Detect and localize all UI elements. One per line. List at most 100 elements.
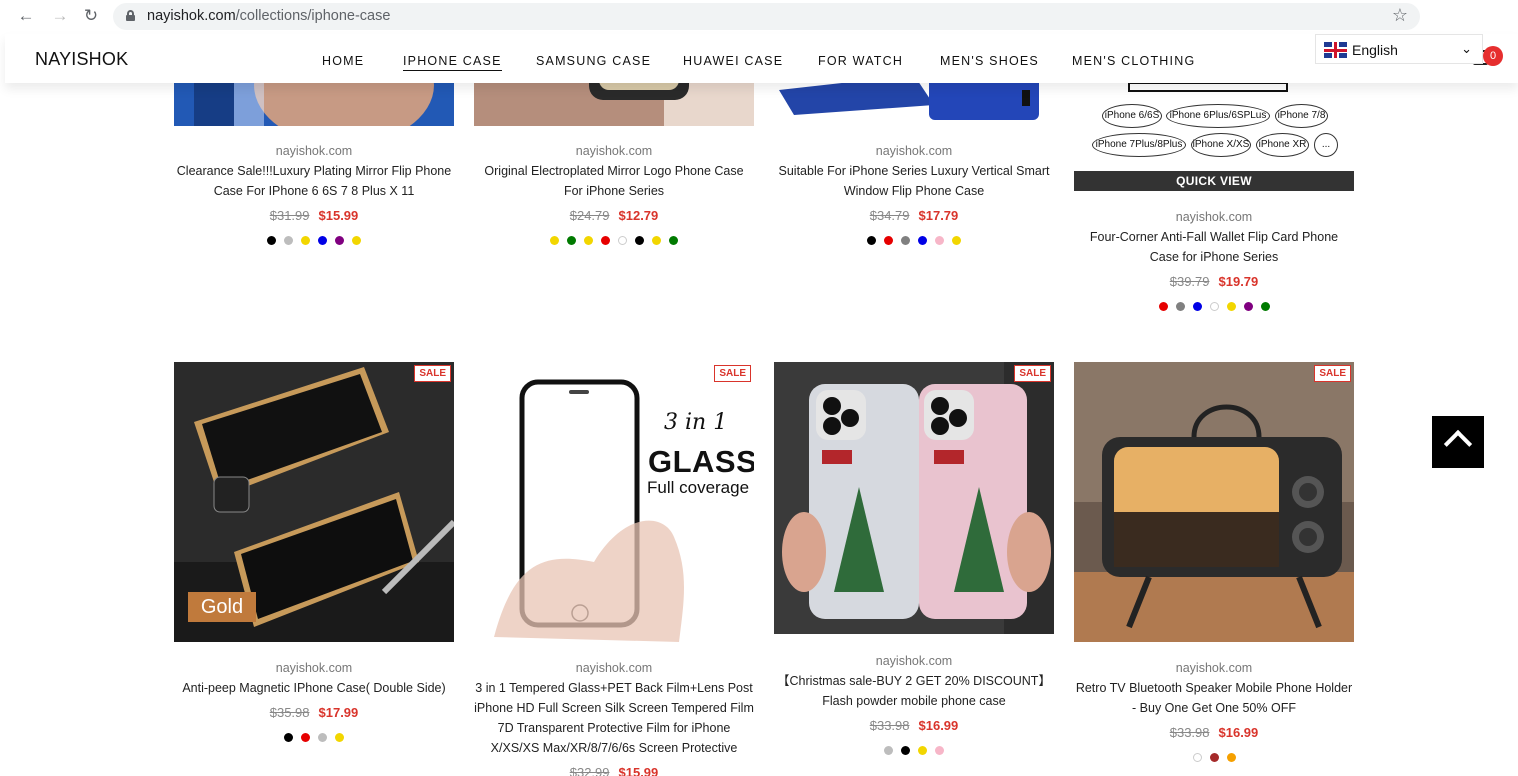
compare-price: $33.98: [869, 718, 910, 733]
color-swatch[interactable]: [935, 236, 944, 245]
nav-for-watch[interactable]: FOR WATCH: [818, 54, 903, 68]
sale-badge: SALE: [1314, 365, 1351, 382]
model-option[interactable]: iPhone 6/6S: [1102, 104, 1162, 128]
quick-view-button[interactable]: QUICK VIEW: [1074, 171, 1354, 191]
chevron-down-icon: ⌄: [1461, 41, 1472, 56]
sale-price: $15.99: [318, 208, 359, 223]
star-icon[interactable]: ☆: [1392, 5, 1408, 26]
sale-price: $17.79: [918, 208, 959, 223]
product-title[interactable]: Four-Corner Anti-Fall Wallet Flip Card P…: [1074, 227, 1354, 267]
compare-price: $33.98: [1169, 725, 1210, 740]
color-swatch[interactable]: [618, 236, 627, 245]
color-swatch[interactable]: [867, 236, 876, 245]
color-swatch[interactable]: [1226, 753, 1236, 762]
product-vendor: nayishok.com: [875, 654, 953, 668]
color-swatch[interactable]: [884, 236, 893, 245]
sale-badge: SALE: [1014, 365, 1051, 382]
back-arrow-icon[interactable]: ←: [14, 5, 38, 27]
color-swatch[interactable]: [335, 733, 344, 742]
reload-icon[interactable]: ↻: [79, 5, 103, 27]
sale-badge: SALE: [714, 365, 751, 382]
color-swatch[interactable]: [1209, 753, 1219, 762]
nav-home[interactable]: HOME: [322, 54, 364, 68]
model-option-more[interactable]: ...: [1314, 133, 1338, 157]
nav-iphone-case[interactable]: IPHONE CASE: [403, 54, 502, 71]
color-swatch[interactable]: [1260, 302, 1270, 311]
color-swatch[interactable]: [1158, 302, 1168, 311]
product-image[interactable]: Gold SALE: [174, 362, 454, 642]
model-option[interactable]: iPhone 7/8: [1275, 104, 1328, 128]
product-title[interactable]: Clearance Sale!!!Luxury Plating Mirror F…: [174, 161, 454, 201]
color-swatch[interactable]: [1226, 302, 1236, 311]
product-image[interactable]: 3 in 1 GLASS Full coverage SALE: [474, 362, 754, 642]
product-photo: [774, 362, 1054, 634]
color-swatch[interactable]: [601, 236, 610, 245]
address-bar[interactable]: nayishok.com/collections/iphone-case ☆: [113, 3, 1420, 30]
nav-samsung-case[interactable]: SAMSUNG CASE: [536, 54, 651, 68]
color-swatch[interactable]: [318, 236, 327, 245]
color-swatch[interactable]: [635, 236, 644, 245]
image-text-line1: 3 in 1: [664, 410, 728, 435]
language-selector[interactable]: English ⌄: [1315, 34, 1483, 64]
color-swatch[interactable]: [584, 236, 593, 245]
product-price: $24.79 $12.79: [474, 208, 754, 223]
sale-price: $15.99: [618, 765, 659, 776]
color-swatch[interactable]: [884, 746, 893, 755]
product-title[interactable]: 【Christmas sale-BUY 2 GET 20% DISCOUNT】F…: [774, 671, 1054, 711]
product-title[interactable]: Original Electroplated Mirror Logo Phone…: [474, 161, 754, 201]
color-swatch[interactable]: [952, 236, 961, 245]
cart-count-badge: 0: [1483, 46, 1503, 66]
nav-mens-shoes[interactable]: MEN'S SHOES: [940, 54, 1039, 68]
product-price: $34.79 $17.79: [774, 208, 1054, 223]
color-swatch[interactable]: [335, 236, 344, 245]
model-option[interactable]: iPhone XR: [1256, 133, 1309, 157]
color-swatch[interactable]: [1175, 302, 1185, 311]
color-swatch[interactable]: [301, 733, 310, 742]
color-swatch[interactable]: [567, 236, 576, 245]
product-vendor: nayishok.com: [275, 661, 353, 675]
url-host: nayishok.com: [147, 8, 236, 24]
color-swatch[interactable]: [1192, 302, 1202, 311]
color-swatch[interactable]: [550, 236, 559, 245]
color-swatch[interactable]: [267, 236, 276, 245]
product-image[interactable]: SALE: [774, 362, 1054, 634]
color-swatch[interactable]: [301, 236, 310, 245]
color-swatches: [1074, 753, 1354, 762]
site-logo[interactable]: NAYISHOK: [35, 49, 128, 70]
color-swatch[interactable]: [1192, 753, 1202, 762]
product-title[interactable]: Retro TV Bluetooth Speaker Mobile Phone …: [1074, 678, 1354, 718]
product-title[interactable]: Suitable For iPhone Series Luxury Vertic…: [774, 161, 1054, 201]
color-swatch[interactable]: [284, 236, 293, 245]
nav-mens-clothing[interactable]: MEN'S CLOTHING: [1072, 54, 1195, 68]
color-swatch[interactable]: [918, 236, 927, 245]
color-swatch[interactable]: [935, 746, 944, 755]
nav-huawei-case[interactable]: HUAWEI CASE: [683, 54, 783, 68]
product-vendor: nayishok.com: [575, 661, 653, 675]
url-text[interactable]: nayishok.com/collections/iphone-case: [147, 8, 390, 24]
color-swatch[interactable]: [918, 746, 927, 755]
model-option[interactable]: iPhone X/XS: [1191, 133, 1251, 157]
product-title[interactable]: 3 in 1 Tempered Glass+PET Back Film+Lens…: [474, 678, 754, 758]
color-swatch[interactable]: [901, 236, 910, 245]
image-text-line2: GLASS: [648, 444, 754, 479]
color-swatch[interactable]: [284, 733, 293, 742]
sale-price: $17.99: [318, 705, 359, 720]
color-swatch[interactable]: [1243, 302, 1253, 311]
product-vendor: nayishok.com: [1175, 210, 1253, 224]
color-swatch[interactable]: [1209, 302, 1219, 311]
color-swatches: [474, 236, 754, 245]
color-swatch[interactable]: [352, 236, 361, 245]
chevron-up-icon: [1443, 429, 1473, 459]
model-option[interactable]: iPhone 6Plus/6SPLus: [1166, 104, 1270, 128]
color-swatch[interactable]: [669, 236, 678, 245]
color-swatch[interactable]: [318, 733, 327, 742]
product-image[interactable]: SALE: [1074, 362, 1354, 642]
product-title[interactable]: Anti-peep Magnetic IPhone Case( Double S…: [174, 678, 454, 698]
color-swatch[interactable]: [652, 236, 661, 245]
color-swatch[interactable]: [901, 746, 910, 755]
forward-arrow-icon[interactable]: →: [48, 5, 72, 27]
model-option[interactable]: iPhone 7Plus/8Plus: [1092, 133, 1186, 157]
compare-price: $39.79: [1169, 274, 1210, 289]
back-to-top-button[interactable]: [1432, 416, 1484, 468]
sale-price: $16.99: [918, 718, 959, 733]
